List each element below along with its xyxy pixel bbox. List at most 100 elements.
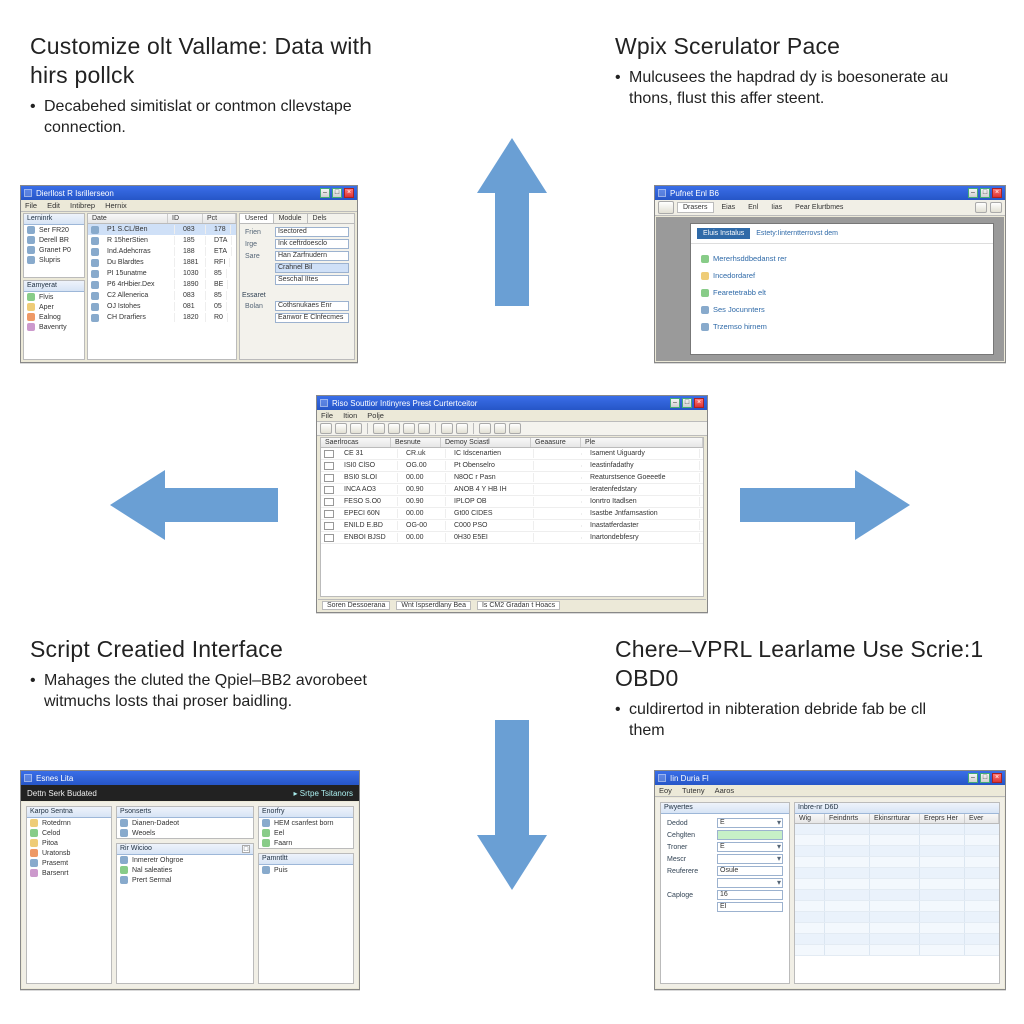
nav-item[interactable]: Celod: [27, 828, 111, 838]
minimize-button[interactable]: –: [968, 773, 978, 783]
nav-item[interactable]: Uratonsb: [27, 848, 111, 858]
tree-item[interactable]: Aper: [24, 302, 84, 312]
toolbar-button[interactable]: [350, 423, 362, 434]
list-row[interactable]: PI 15unatme103085: [88, 268, 236, 279]
close-button[interactable]: ×: [694, 398, 704, 408]
list-row[interactable]: P1 S.CL/Ben083178: [88, 224, 236, 235]
toolbar-button[interactable]: [658, 201, 674, 214]
tab[interactable]: Enl: [743, 203, 763, 212]
content-link[interactable]: Fearetetrabb elt: [701, 284, 983, 301]
tab[interactable]: Iias: [766, 203, 787, 212]
grid-row[interactable]: [795, 868, 999, 879]
checkbox[interactable]: [324, 462, 334, 470]
toolbar-button[interactable]: [335, 423, 347, 434]
content-link[interactable]: Incedordaref: [701, 267, 983, 284]
nav-item[interactable]: Inmeretr Ohgroe: [117, 855, 253, 865]
checkbox[interactable]: [324, 486, 334, 494]
dropdown[interactable]: [717, 878, 783, 888]
text-input[interactable]: 16: [717, 890, 783, 900]
tree-item[interactable]: Granet P0: [24, 245, 84, 255]
menu-item[interactable]: Edit: [47, 201, 60, 210]
toolbar-button[interactable]: [388, 423, 400, 434]
toolbar-button[interactable]: [975, 202, 987, 213]
grid-row[interactable]: [795, 934, 999, 945]
table-row[interactable]: EPECI 60N00.00Gt00 CIDESIsastbe Jntfamsa…: [321, 508, 703, 520]
nav-item[interactable]: Nal saleaties: [117, 865, 253, 875]
table-row[interactable]: ENILD E.BDOG-00C000 PSOInastatferdaster: [321, 520, 703, 532]
menu-item[interactable]: Aaros: [715, 786, 735, 795]
header-link[interactable]: Estety:Iinterntterrovst dem: [756, 230, 838, 237]
grid-row[interactable]: [795, 846, 999, 857]
toolbar-button[interactable]: [403, 423, 415, 434]
tab[interactable]: Pear Elurtbmes: [790, 203, 848, 212]
minimize-button[interactable]: –: [320, 188, 330, 198]
grid-row[interactable]: [795, 879, 999, 890]
text-input[interactable]: [717, 830, 783, 840]
menu-item[interactable]: Hernix: [105, 201, 127, 210]
property-value[interactable]: Ink ceftrdoesclo: [275, 239, 349, 249]
nav-item[interactable]: Rotedrnn: [27, 818, 111, 828]
property-value[interactable]: Eanwor E Clnfecmes: [275, 313, 349, 323]
list-row[interactable]: R 15herStien185DTA: [88, 235, 236, 246]
property-value[interactable]: Han Zarfnudern: [275, 251, 349, 261]
nav-item[interactable]: Pitoa: [27, 838, 111, 848]
checkbox[interactable]: [324, 498, 334, 506]
checkbox[interactable]: [324, 534, 334, 542]
close-button[interactable]: ×: [344, 188, 354, 198]
toolbar-button[interactable]: [494, 423, 506, 434]
grid-row[interactable]: [795, 901, 999, 912]
checkbox[interactable]: [324, 450, 334, 458]
grid-row[interactable]: [795, 945, 999, 956]
toolbar-button[interactable]: [320, 423, 332, 434]
list-row[interactable]: OJ Istohes08105: [88, 301, 236, 312]
tree-item[interactable]: Derell BR: [24, 235, 84, 245]
nav-item[interactable]: Weoels: [117, 828, 253, 838]
collapse-icon[interactable]: □: [242, 845, 250, 853]
menu-item[interactable]: File: [25, 201, 37, 210]
table-row[interactable]: ISI0 ClSOOG.00Pt ObenselroIeastinfadathy: [321, 460, 703, 472]
checkbox[interactable]: [324, 474, 334, 482]
tab[interactable]: Dels: [308, 214, 332, 223]
toolbar-button[interactable]: [990, 202, 1002, 213]
toolbar-button[interactable]: [456, 423, 468, 434]
tree-item[interactable]: Bavenrty: [24, 322, 84, 332]
tree-item[interactable]: Ealnog: [24, 312, 84, 322]
nav-item[interactable]: Eel: [259, 828, 353, 838]
content-link[interactable]: Mererhsddbedanst rer: [701, 250, 983, 267]
dropdown[interactable]: [717, 854, 783, 864]
list-row[interactable]: Ind.Adehcrras188ETA: [88, 246, 236, 257]
grid-row[interactable]: [795, 923, 999, 934]
table-row[interactable]: INCA AO300.90ANOB 4 Y HB IHIeratenfedsta…: [321, 484, 703, 496]
toolbar-button[interactable]: [418, 423, 430, 434]
maximize-button[interactable]: □: [682, 398, 692, 408]
maximize-button[interactable]: □: [980, 188, 990, 198]
nav-item[interactable]: Puis: [259, 865, 353, 875]
text-input[interactable]: EI: [717, 902, 783, 912]
toolbar-button[interactable]: [509, 423, 521, 434]
content-link[interactable]: Trzemso hirnem: [701, 318, 983, 335]
grid-row[interactable]: [795, 824, 999, 835]
property-value[interactable]: Cothsnukaes Enr: [275, 301, 349, 311]
content-link[interactable]: Ses Jocunnters: [701, 301, 983, 318]
dropdown[interactable]: E: [717, 818, 783, 828]
nav-item[interactable]: Barsenrt: [27, 868, 111, 878]
property-value[interactable]: Isectored: [275, 227, 349, 237]
nav-item[interactable]: Prasemt: [27, 858, 111, 868]
tab[interactable]: Drasers: [677, 202, 714, 213]
header-button[interactable]: Eluis Instalus: [697, 228, 750, 239]
grid-row[interactable]: [795, 857, 999, 868]
menu-item[interactable]: File: [321, 411, 333, 420]
toolbar-button[interactable]: [441, 423, 453, 434]
menu-item[interactable]: Tuteny: [682, 786, 705, 795]
property-value[interactable]: Seschal IItes: [275, 275, 349, 285]
list-row[interactable]: CH Drarfiers1820R0: [88, 312, 236, 323]
close-button[interactable]: ×: [992, 188, 1002, 198]
nav-item[interactable]: Prert Sermal: [117, 875, 253, 885]
list-row[interactable]: C2 Allenerica08385: [88, 290, 236, 301]
grid-row[interactable]: [795, 890, 999, 901]
list-row[interactable]: Du Blardtes1881RFI: [88, 257, 236, 268]
menu-item[interactable]: Eoy: [659, 786, 672, 795]
grid-row[interactable]: [795, 912, 999, 923]
minimize-button[interactable]: –: [670, 398, 680, 408]
banner-link[interactable]: ▸ Srtpe Tsitanors: [294, 789, 353, 798]
